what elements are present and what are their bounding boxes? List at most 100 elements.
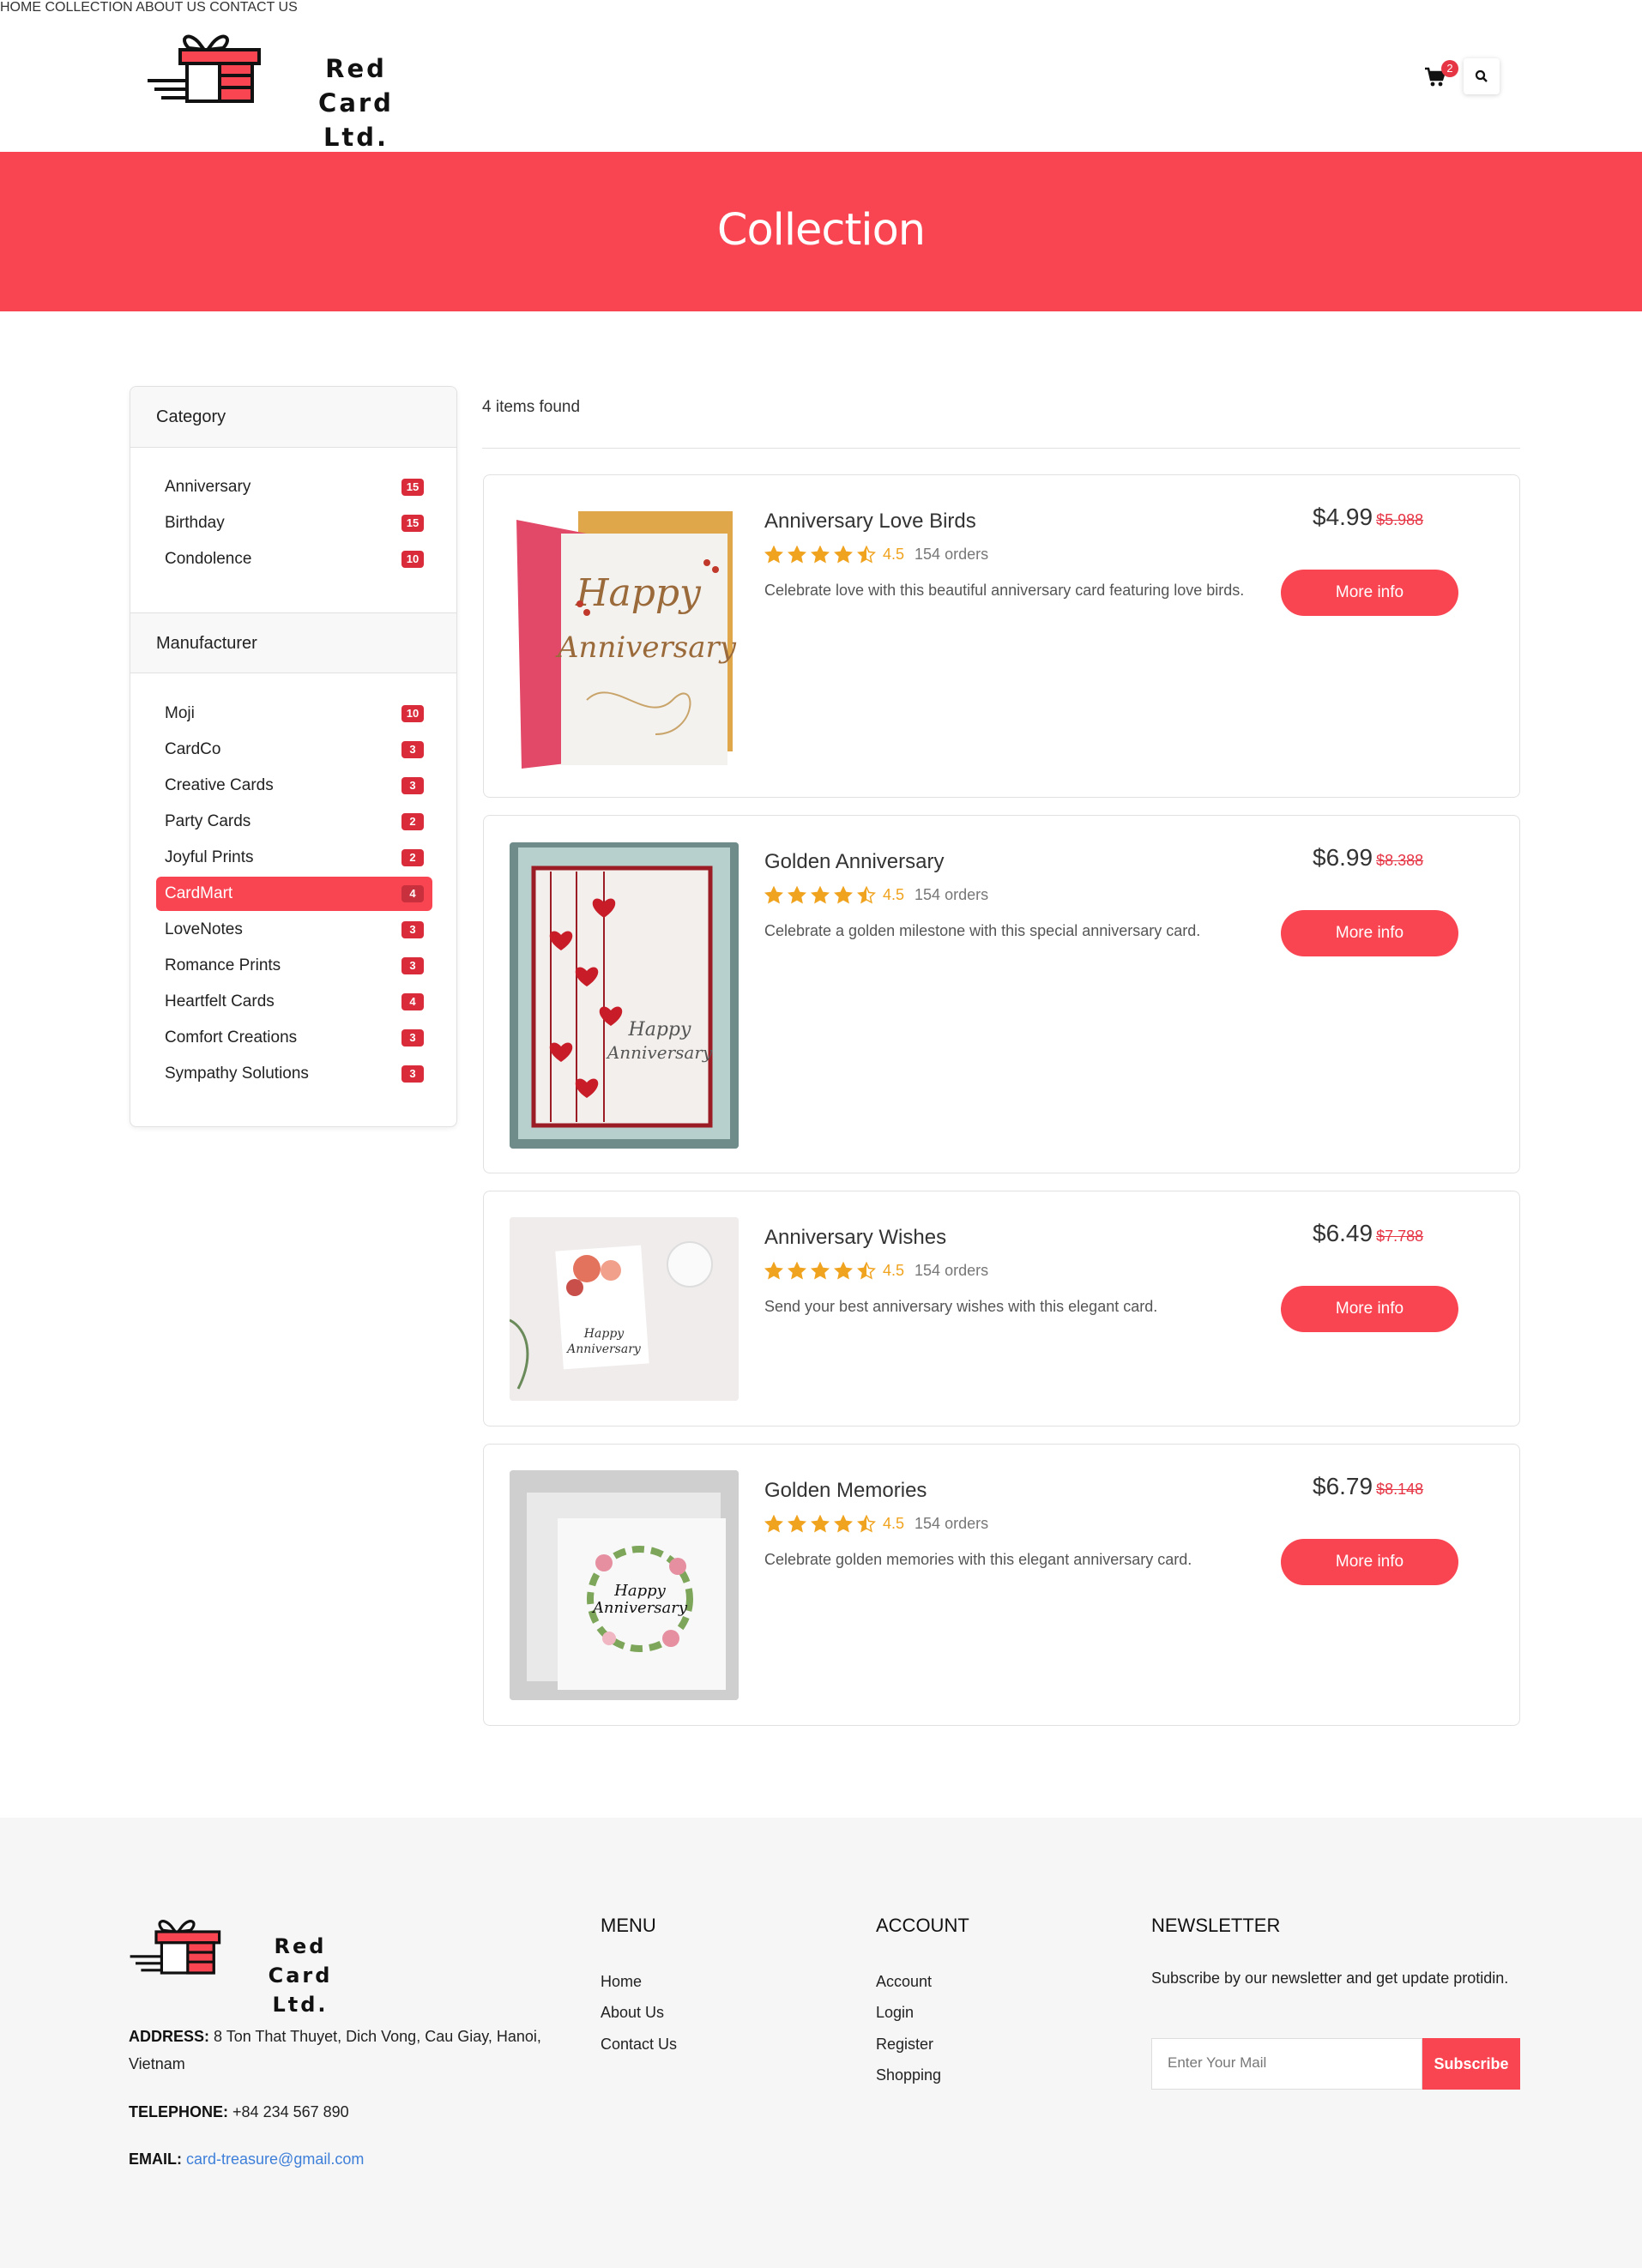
cart-button[interactable]: 2 <box>1422 60 1458 93</box>
rating-score: 4.5 <box>883 886 905 903</box>
brand-name-line2: Ltd. <box>272 1993 329 2017</box>
old-price: $8.388 <box>1376 852 1424 869</box>
svg-text:Anniversary: Anniversary <box>565 1342 642 1356</box>
star-icon <box>834 546 853 564</box>
card-image-anniversary-wishes: Happy Anniversary <box>510 1217 739 1401</box>
footer-newsletter-title: NEWSLETTER <box>1151 1915 1281 1936</box>
search-button[interactable] <box>1464 58 1500 94</box>
star-icon <box>764 546 783 564</box>
current-price: $6.99 <box>1313 844 1373 871</box>
footer-link-login[interactable]: Login <box>876 2004 914 2022</box>
star-icon <box>788 1262 806 1280</box>
category-item-birthday[interactable]: Birthday 15 <box>156 506 432 540</box>
subscribe-button[interactable]: Subscribe <box>1422 2038 1520 2090</box>
manufacturer-count-badge: 2 <box>401 849 424 866</box>
star-icon <box>788 1515 806 1533</box>
current-price: $6.79 <box>1313 1473 1373 1499</box>
manufacturer-item-moji[interactable]: Moji 10 <box>156 697 432 731</box>
manufacturer-count-badge: 3 <box>401 1029 424 1047</box>
manufacturer-count-badge: 4 <box>401 885 424 902</box>
svg-text:Anniversary: Anniversary <box>591 1599 688 1617</box>
gift-logo-icon <box>148 34 261 103</box>
svg-text:Anniversary: Anniversary <box>555 630 737 665</box>
nav-collection[interactable]: COLLECTION <box>45 0 132 15</box>
manufacturer-label: CardCo <box>165 740 221 758</box>
footer-link-contact-us[interactable]: Contact Us <box>601 2036 677 2054</box>
email-link[interactable]: card-treasure@gmail.com <box>186 2150 364 2168</box>
star-icon <box>811 1262 830 1280</box>
manufacturer-label: Romance Prints <box>165 956 281 974</box>
manufacturer-item-cardmart[interactable]: CardMart 4 <box>156 877 432 911</box>
product-rating: 4.5 154 orders <box>764 546 988 564</box>
manufacturer-count-badge: 4 <box>401 993 424 1010</box>
more-info-button[interactable]: More info <box>1281 1539 1458 1585</box>
brand-name-line2: Ltd. <box>323 123 389 152</box>
product-title[interactable]: Anniversary Wishes <box>764 1226 946 1250</box>
category-count-badge: 10 <box>401 551 424 568</box>
brand-logo[interactable]: Red Card Ltd. <box>146 31 429 152</box>
category-item-condolence[interactable]: Condolence 10 <box>156 542 432 576</box>
product-image[interactable]: Happy Anniversary <box>510 503 739 769</box>
footer-link-register[interactable]: Register <box>876 2036 933 2054</box>
svg-text:Happy: Happy <box>583 1327 625 1341</box>
star-icon <box>857 1515 876 1533</box>
product-card: Happy Anniversary Golden Memories 4.5 15… <box>483 1444 1520 1726</box>
manufacturer-item-lovenotes[interactable]: LoveNotes 3 <box>156 913 432 947</box>
email-label: EMAIL: <box>129 2150 182 2168</box>
product-price: $6.49 $7.788 <box>1313 1220 1423 1247</box>
manufacturer-item-heartfelt-cards[interactable]: Heartfelt Cards 4 <box>156 985 432 1019</box>
product-image[interactable]: Happy Anniversary <box>510 1217 739 1401</box>
manufacturer-item-comfort-creations[interactable]: Comfort Creations 3 <box>156 1021 432 1055</box>
star-icon <box>788 546 806 564</box>
order-count: 154 orders <box>915 886 989 903</box>
brand-name: Red Card Ltd. <box>283 51 429 154</box>
product-rating: 4.5 154 orders <box>764 1515 988 1533</box>
rating-score: 4.5 <box>883 1515 905 1532</box>
site-header: Red Card Ltd. HOME COLLECTION ABOUT US C… <box>0 0 1642 152</box>
product-title[interactable]: Golden Memories <box>764 1479 927 1503</box>
footer-link-account[interactable]: Account <box>876 1973 932 1991</box>
manufacturer-count-badge: 3 <box>401 777 424 794</box>
footer-menu-title: MENU <box>601 1915 656 1936</box>
more-info-button[interactable]: More info <box>1281 1286 1458 1332</box>
footer-logo[interactable]: Red Card Ltd. <box>129 1916 386 2017</box>
product-title[interactable]: Anniversary Love Birds <box>764 510 976 534</box>
card-image-love-birds: Happy Anniversary <box>516 511 737 769</box>
manufacturer-item-party-cards[interactable]: Party Cards 2 <box>156 805 432 839</box>
more-info-button[interactable]: More info <box>1281 910 1458 956</box>
star-rating <box>764 886 880 904</box>
manufacturer-item-creative-cards[interactable]: Creative Cards 3 <box>156 769 432 803</box>
nav-contact-us[interactable]: CONTACT US <box>209 0 298 15</box>
product-image[interactable]: Happy Anniversary <box>510 1470 739 1700</box>
star-icon <box>834 1262 853 1280</box>
category-item-anniversary[interactable]: Anniversary 15 <box>156 470 432 504</box>
newsletter-email-input[interactable]: Enter Your Mail <box>1151 2038 1422 2090</box>
footer-link-shopping[interactable]: Shopping <box>876 2066 941 2084</box>
manufacturer-item-sympathy-solutions[interactable]: Sympathy Solutions 3 <box>156 1057 432 1091</box>
product-title[interactable]: Golden Anniversary <box>764 850 944 874</box>
brand-name-line1: Red Card <box>318 54 394 118</box>
divider <box>482 448 1520 449</box>
page-banner: Collection <box>0 152 1642 311</box>
search-icon <box>1475 69 1488 82</box>
product-rating: 4.5 154 orders <box>764 1262 988 1280</box>
manufacturer-item-cardco[interactable]: CardCo 3 <box>156 733 432 767</box>
manufacturer-item-romance-prints[interactable]: Romance Prints 3 <box>156 949 432 983</box>
old-price: $8.148 <box>1376 1481 1424 1498</box>
footer-link-about-us[interactable]: About Us <box>601 2004 664 2022</box>
product-image[interactable]: Happy Anniversary <box>510 842 739 1149</box>
star-icon <box>811 1515 830 1533</box>
more-info-button[interactable]: More info <box>1281 570 1458 616</box>
star-icon <box>764 1515 783 1533</box>
newsletter-description: Subscribe by our newsletter and get upda… <box>1151 1969 1509 1987</box>
product-price: $6.99 $8.388 <box>1313 844 1423 872</box>
product-card: Happy Anniversary Anniversary Wishes 4.5… <box>483 1191 1520 1427</box>
nav-home[interactable]: HOME <box>0 0 41 15</box>
old-price: $7.788 <box>1376 1227 1424 1245</box>
svg-text:Anniversary: Anniversary <box>606 1042 713 1063</box>
nav-about-us[interactable]: ABOUT US <box>136 0 206 15</box>
manufacturer-item-joyful-prints[interactable]: Joyful Prints 2 <box>156 841 432 875</box>
telephone-label: TELEPHONE: <box>129 2103 229 2120</box>
card-image-golden-anniversary: Happy Anniversary <box>510 842 739 1149</box>
footer-link-home[interactable]: Home <box>601 1973 642 1991</box>
